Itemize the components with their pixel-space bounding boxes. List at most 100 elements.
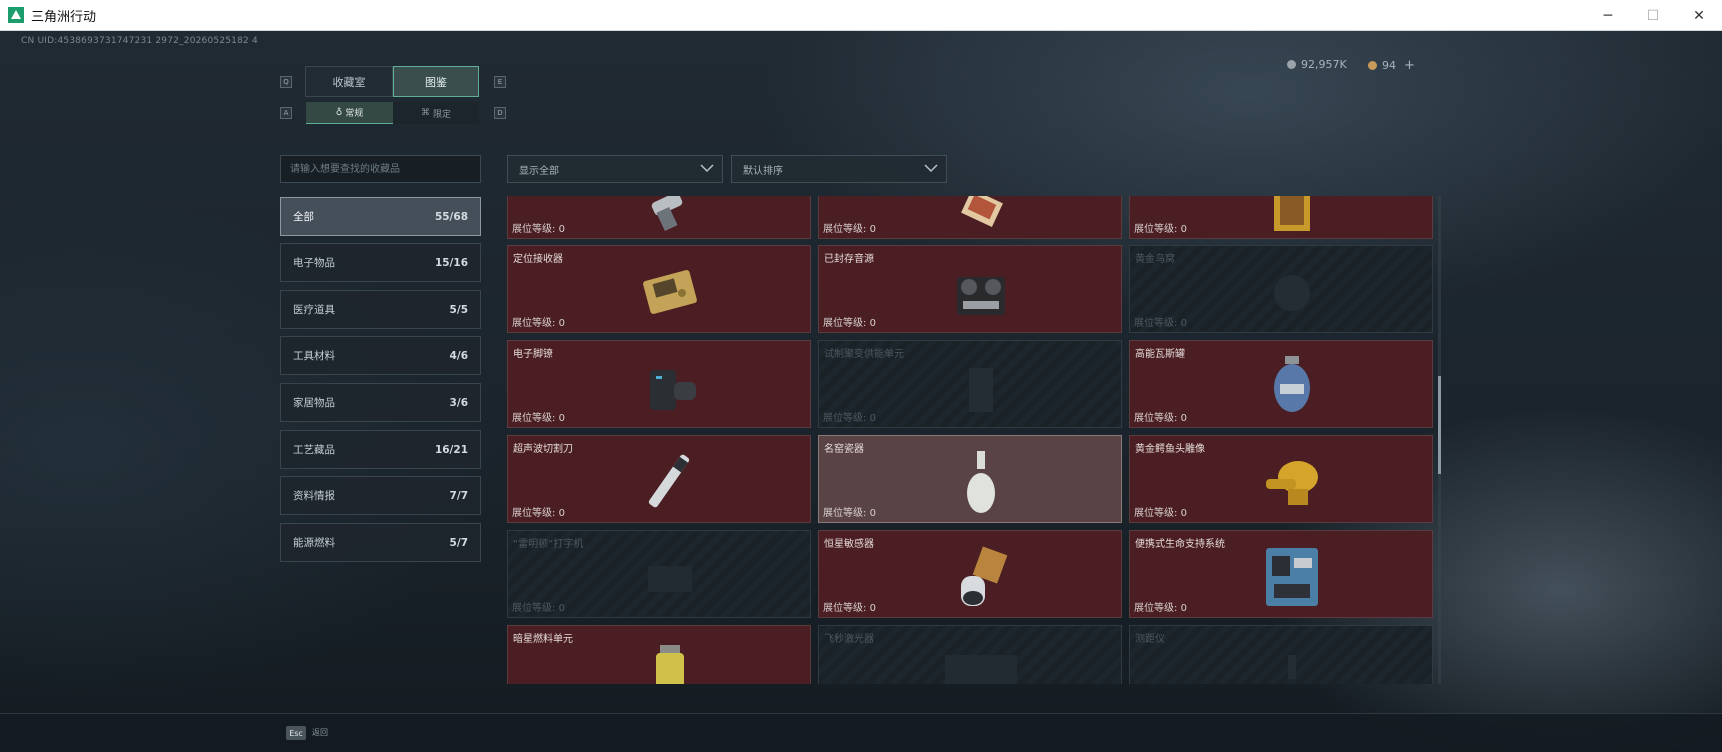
item-name: 黄金鸟窝 [1135,254,1175,265]
item-image-icon [967,451,995,513]
category-electronics[interactable]: 电子物品 15/16 [280,243,481,282]
limited-icon: ⌘ [420,108,430,118]
item-image-icon [1288,655,1296,679]
item-card-locked[interactable]: 试制聚变供能单元 展位等级: 0 [818,340,1122,428]
item-name: 飞秒激光器 [824,634,874,645]
item-card[interactable]: 展位等级: 0 [1129,196,1433,239]
subtab-limited-label: 限定 [432,109,451,120]
sort-dropdown[interactable]: 默认排序 [731,155,947,183]
item-image-icon [651,196,683,232]
item-card[interactable]: 高能瓦斯罐 展位等级: 0 [1129,340,1433,428]
item-image-icon [1274,275,1310,311]
category-label: 医疗道具 [293,304,335,316]
item-card[interactable]: 已封存音源 展位等级: 0 [818,245,1122,333]
item-card-locked[interactable]: 飞秒激光器 [818,625,1122,684]
item-level: 展位等级: 0 [1134,224,1187,235]
item-card-selected[interactable]: 名窑瓷器 展位等级: 0 [818,435,1122,523]
category-all[interactable]: 全部 55/68 [280,197,481,236]
item-card[interactable]: 展位等级: 0 [818,196,1122,239]
key-hint-d: D [494,107,506,119]
scrollbar-thumb[interactable] [1438,376,1441,474]
sort-value: 默认排序 [743,165,783,177]
item-card-locked[interactable]: 黄金鸟窝 展位等级: 0 [1129,245,1433,333]
category-household[interactable]: 家居物品 3/6 [280,383,481,422]
category-intel[interactable]: 资料情报 7/7 [280,476,481,515]
item-card[interactable]: 恒星敏感器 展位等级: 0 [818,530,1122,618]
item-level: 展位等级: 0 [823,413,876,424]
item-level: 展位等级: 0 [823,508,876,519]
item-name: 名窑瓷器 [824,444,864,455]
item-image-icon [961,196,1003,227]
item-card[interactable]: 超声波切割刀 展位等级: 0 [507,435,811,523]
item-card[interactable]: 黄金鳄鱼头雕像 展位等级: 0 [1129,435,1433,523]
item-card[interactable]: 便携式生命支持系统 展位等级: 0 [1129,530,1433,618]
tab-codex[interactable]: 图鉴 [393,66,479,97]
tab-collection-room[interactable]: 收藏室 [305,66,393,97]
add-currency-button[interactable]: + [1404,58,1415,73]
item-name: 试制聚变供能单元 [824,349,904,360]
currency-gold: 94 + [1368,58,1415,73]
item-card[interactable]: 定位接收器 展位等级: 0 [507,245,811,333]
item-name: 恒星敏感器 [824,539,874,550]
item-level: 展位等级: 0 [823,318,876,329]
back-label: 返回 [312,728,328,737]
item-name: 已封存音源 [824,254,874,265]
item-image-icon [1274,356,1310,412]
currency-gold-value: 94 [1382,59,1396,72]
item-image-icon [969,368,993,412]
category-crafts[interactable]: 工艺藏品 16/21 [280,430,481,469]
item-image-icon [656,645,684,684]
category-fuel[interactable]: 能源燃料 5/7 [280,523,481,562]
chevron-down-icon [924,164,938,173]
category-label: 资料情报 [293,490,335,502]
item-card[interactable]: 展位等级: 0 [507,196,811,239]
category-label: 电子物品 [293,257,335,269]
item-level: 展位等级: 0 [823,603,876,614]
item-level: 展位等级: 0 [512,508,565,519]
item-card[interactable]: 电子脚镣 展位等级: 0 [507,340,811,428]
close-button[interactable]: ✕ [1676,0,1722,31]
subtab-regular[interactable]: ♁ 常规 [306,102,393,124]
chevron-down-icon [700,164,714,173]
category-medical[interactable]: 医疗道具 5/5 [280,290,481,329]
category-label: 全部 [293,211,314,223]
maximize-button[interactable]: ☐ [1630,0,1676,31]
item-level: 展位等级: 0 [512,413,565,424]
item-name: 测距仪 [1135,634,1165,645]
item-name: “雷明顿”打字机 [513,539,584,550]
category-label: 能源燃料 [293,537,335,549]
item-image-icon [957,277,1005,315]
category-tools[interactable]: 工具材料 4/6 [280,336,481,375]
category-count: 5/7 [449,536,468,549]
item-card-locked[interactable]: 测距仪 [1129,625,1433,684]
esc-key-button[interactable]: Esc [286,726,306,740]
item-name: 电子脚镣 [513,349,553,360]
item-image-icon [643,270,697,314]
item-level: 展位等级: 0 [823,224,876,235]
item-level: 展位等级: 0 [1134,508,1187,519]
category-count: 15/16 [434,256,468,269]
gold-coin-icon [1368,61,1377,70]
search-input[interactable] [280,155,481,183]
regular-icon: ♁ [335,107,343,118]
item-image-icon [1266,461,1318,505]
item-card-locked[interactable]: “雷明顿”打字机 展位等级: 0 [507,530,811,618]
category-count: 7/7 [449,489,468,502]
category-label: 工艺藏品 [293,444,335,456]
item-name: 超声波切割刀 [513,444,573,455]
item-card[interactable]: 暗星燃料单元 [507,625,811,684]
category-label: 家居物品 [293,397,335,409]
item-name: 暗星燃料单元 [513,634,573,645]
item-name: 高能瓦斯罐 [1135,349,1185,360]
filter-show-dropdown[interactable]: 显示全部 [507,155,723,183]
item-image-icon [961,546,1008,606]
silver-coin-icon [1287,60,1296,69]
item-level: 展位等级: 0 [1134,318,1187,329]
window-titlebar: 三角洲行动 ─ ☐ ✕ [0,0,1722,31]
item-image-icon [650,370,696,410]
subtab-limited[interactable]: ⌘ 限定 [393,102,479,124]
key-hint-e: E [494,76,506,88]
item-image-icon [1274,196,1310,231]
minimize-button[interactable]: ─ [1585,0,1631,31]
item-name: 定位接收器 [513,254,563,265]
